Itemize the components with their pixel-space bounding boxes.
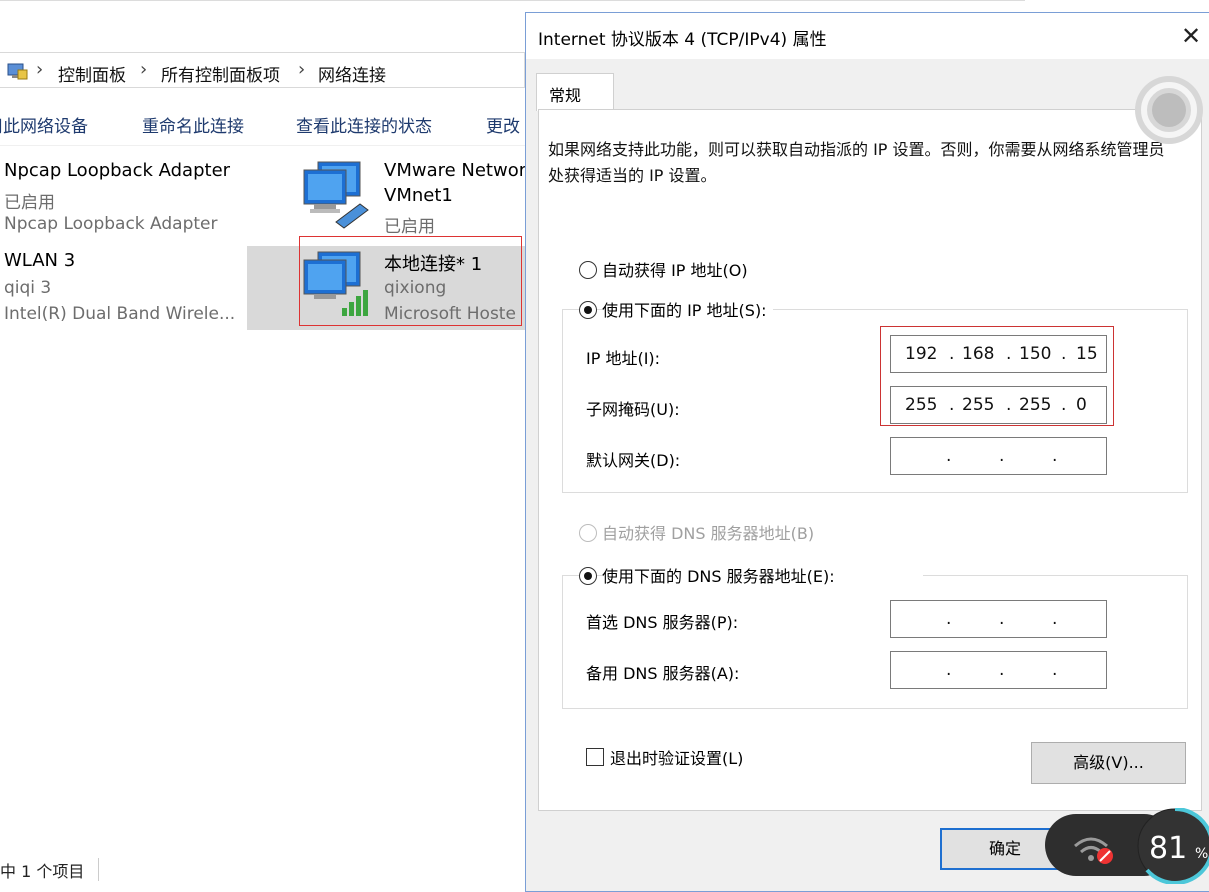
ip-manual-radio[interactable] xyxy=(579,301,597,319)
ip-dot: . xyxy=(946,660,952,680)
dns-auto-radio[interactable] xyxy=(579,524,597,542)
alternate-dns-field[interactable]: . . . xyxy=(890,651,1107,689)
rename-connection-command[interactable]: 重命名此连接 xyxy=(142,112,244,137)
dns-manual-radio[interactable] xyxy=(579,567,597,585)
preferred-dns-label: 首选 DNS 服务器(P): xyxy=(586,613,739,632)
ip-dot: . xyxy=(946,446,952,466)
ip-auto-radio[interactable] xyxy=(579,261,597,279)
address-bar[interactable]: › 控制面板 › 所有控制面板项 › 网络连接 xyxy=(0,52,525,88)
alternate-dns-label: 备用 DNS 服务器(A): xyxy=(586,664,740,683)
ip-dot: . xyxy=(999,609,1005,629)
ip-dot: . xyxy=(1052,446,1058,466)
network-monitor-widget[interactable]: 81 % xyxy=(1045,808,1209,884)
item-device: Npcap Loopback Adapter xyxy=(4,214,218,234)
chevron-right-icon: › xyxy=(140,59,148,80)
advanced-button[interactable]: 高级(V)... xyxy=(1031,742,1186,784)
ip-dot: . xyxy=(1052,660,1058,680)
disable-device-command[interactable]: 用此网络设备 xyxy=(0,112,88,137)
control-panel-icon xyxy=(7,63,28,80)
window-top-border xyxy=(0,0,1025,2)
breadcrumb-item[interactable]: 网络连接 xyxy=(318,61,386,86)
item-title-line2: VMnet1 xyxy=(384,185,453,206)
item-status: 已启用 xyxy=(4,193,55,213)
item-title: VMware Networ xyxy=(384,160,527,181)
subnet-mask-label: 子网掩码(U): xyxy=(586,400,680,419)
validate-on-exit-label[interactable]: 退出时验证设置(L) xyxy=(610,745,743,769)
view-status-command[interactable]: 查看此连接的状态 xyxy=(296,112,432,137)
ip-dot: . xyxy=(1052,609,1058,629)
item-title: WLAN 3 xyxy=(4,250,76,271)
ip-dot: . xyxy=(946,609,952,629)
preferred-dns-field[interactable]: . . . xyxy=(890,600,1107,638)
ipv4-properties-dialog: Internet 协议版本 4 (TCP/IPv4) 属性 ✕ 常规 如果网络支… xyxy=(525,12,1209,892)
status-bar-divider xyxy=(98,858,99,881)
dialog-titlebar: Internet 协议版本 4 (TCP/IPv4) 属性 ✕ xyxy=(526,13,1209,59)
network-adapter-icon xyxy=(303,161,369,229)
item-title: Npcap Loopback Adapter xyxy=(4,160,231,181)
gateway-field[interactable]: . . . xyxy=(890,437,1107,475)
widget-unit: % xyxy=(1195,846,1208,862)
status-bar-count: 中 1 个项目 xyxy=(0,862,85,881)
close-icon[interactable]: ✕ xyxy=(1176,21,1206,51)
loading-spinner-icon xyxy=(1135,76,1203,144)
chevron-right-icon: › xyxy=(36,59,44,80)
widget-value: 81 xyxy=(1149,831,1187,866)
ip-manual-label[interactable]: 使用下面的 IP 地址(S): xyxy=(602,297,773,321)
validate-on-exit-checkbox[interactable] xyxy=(586,748,604,766)
change-settings-command[interactable]: 更改 xyxy=(486,112,520,137)
breadcrumb-item[interactable]: 控制面板 xyxy=(58,61,126,86)
ip-dot: . xyxy=(999,660,1005,680)
item-device: Intel(R) Dual Band Wirele... xyxy=(4,304,236,324)
breadcrumb-item[interactable]: 所有控制面板项 xyxy=(161,61,280,86)
annotation-highlight-box xyxy=(299,236,522,326)
description-text: 如果网络支持此功能，则可以获取自动指派的 IP 设置。否则，你需要从网络系统管理… xyxy=(548,140,1165,185)
ip-dot: . xyxy=(999,446,1005,466)
tab-general[interactable]: 常规 xyxy=(536,73,614,111)
dialog-title: Internet 协议版本 4 (TCP/IPv4) 属性 xyxy=(538,30,827,50)
gateway-label: 默认网关(D): xyxy=(586,451,681,470)
annotation-highlight-box xyxy=(880,326,1114,426)
ip-auto-label[interactable]: 自动获得 IP 地址(O) xyxy=(602,257,752,281)
item-status: qiqi 3 xyxy=(4,278,52,298)
dns-auto-label[interactable]: 自动获得 DNS 服务器地址(B) xyxy=(602,520,819,544)
dns-manual-label[interactable]: 使用下面的 DNS 服务器地址(E): xyxy=(602,563,923,587)
item-status: 已启用 xyxy=(384,217,435,237)
command-bar: 用此网络设备 重命名此连接 查看此连接的状态 更改 xyxy=(0,98,525,146)
chevron-right-icon: › xyxy=(298,59,306,80)
ip-address-label: IP 地址(I): xyxy=(586,349,661,368)
